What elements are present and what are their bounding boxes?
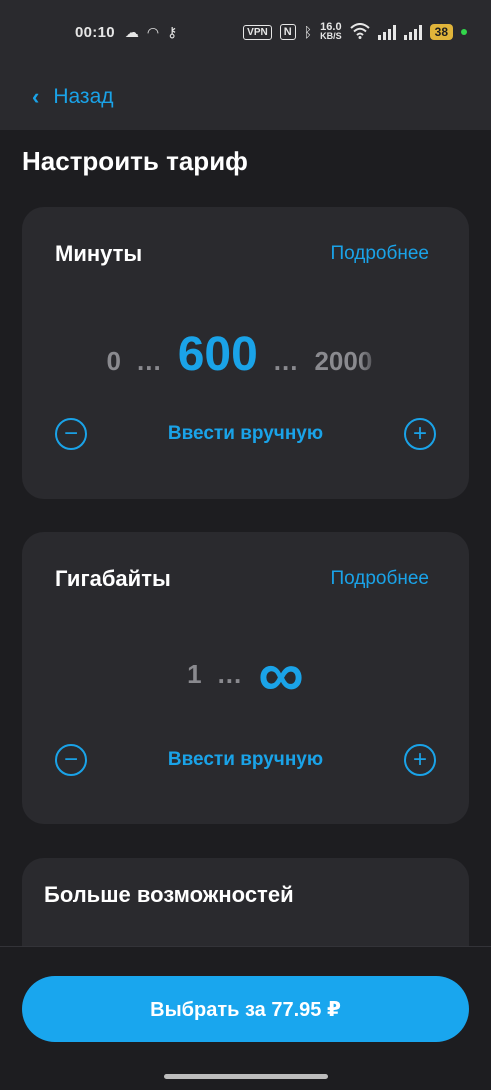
network-speed: 16.0 KB/S — [320, 21, 342, 41]
infinity-icon: ∞ — [258, 638, 304, 710]
signal-icon — [377, 24, 396, 40]
gigabytes-more-link[interactable]: Подробнее — [330, 568, 429, 590]
back-button[interactable]: ‹ Назад — [32, 84, 114, 110]
key-icon: ⚷ — [167, 23, 178, 40]
gigabytes-picker[interactable]: 1 ... ∞ — [22, 638, 469, 710]
gigabytes-card: Гигабайты Подробнее 1 ... ∞ − Ввести вру… — [22, 532, 469, 824]
nav-header: ‹ Назад — [0, 64, 491, 130]
picker-dots: ... — [273, 346, 299, 376]
active-dot-icon — [461, 29, 467, 35]
chevron-left-icon: ‹ — [32, 84, 40, 109]
nfc-icon: N — [279, 24, 296, 40]
minutes-min-value: 0 — [106, 346, 122, 376]
status-time: 00:10 — [75, 23, 115, 41]
gigabytes-title: Гигабайты — [55, 566, 171, 591]
home-indicator[interactable] — [164, 1074, 328, 1079]
speedometer-icon: ◠ — [146, 23, 160, 40]
minutes-picker[interactable]: 0 ... 600 ... 2000 — [22, 327, 469, 382]
select-tariff-button[interactable]: Выбрать за 77.95 ₽ — [22, 976, 469, 1042]
picker-dots: ... — [137, 346, 162, 376]
minutes-selected-value: 600 — [177, 328, 258, 381]
vpn-icon: VPN — [243, 24, 272, 40]
back-label: Назад — [53, 85, 114, 108]
page-title: Настроить тариф — [22, 146, 248, 176]
gigabytes-increase-button[interactable]: + — [403, 744, 436, 776]
battery-icon: 38 — [429, 24, 453, 40]
minutes-title: Минуты — [55, 241, 143, 266]
cloud-icon: ☁ — [124, 23, 139, 40]
signal-icon-2 — [403, 24, 422, 40]
minutes-manual-input-button[interactable]: Ввести вручную — [168, 423, 323, 445]
gigabytes-decrease-button[interactable]: − — [55, 744, 87, 776]
bluetooth-icon: ᛒ — [303, 24, 313, 40]
extras-title: Больше возможностей — [44, 882, 294, 907]
status-bar: 00:10 ☁ ◠ ⚷ VPN N ᛒ 16.0 KB/S 38 — [0, 0, 491, 64]
minutes-more-link[interactable]: Подробнее — [330, 243, 429, 265]
picker-dots: ... — [217, 658, 243, 689]
gigabytes-manual-input-button[interactable]: Ввести вручную — [168, 749, 323, 771]
minutes-card: Минуты Подробнее 0 ... 600 ... 2000 − Вв… — [22, 207, 469, 499]
minutes-next-value: 2000 — [314, 346, 384, 377]
minutes-decrease-button[interactable]: − — [55, 418, 87, 450]
minutes-increase-button[interactable]: + — [403, 418, 436, 450]
gigabytes-min-value: 1 — [187, 658, 202, 689]
wifi-icon — [349, 22, 370, 42]
